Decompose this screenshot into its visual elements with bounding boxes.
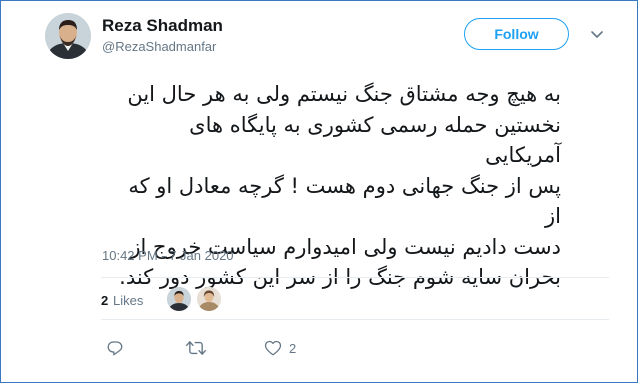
divider <box>101 319 609 320</box>
user-handle[interactable]: @RezaShadmanfar <box>102 39 216 54</box>
user-avatar[interactable] <box>45 13 91 59</box>
liker-avatar[interactable] <box>197 287 221 311</box>
retweet-button[interactable] <box>186 336 206 360</box>
likes-label[interactable]: Likes <box>113 293 143 308</box>
liker-avatar[interactable] <box>167 287 191 311</box>
like-count: 2 <box>289 340 297 356</box>
chevron-down-icon[interactable] <box>589 26 605 42</box>
follow-button-label: Follow <box>494 26 539 42</box>
retweet-icon <box>186 339 206 357</box>
user-avatar-image <box>45 13 91 59</box>
tweet-card: Reza Shadman @RezaShadmanfar Follow به ه… <box>0 0 638 383</box>
heart-icon <box>264 339 282 357</box>
tweet-header: Reza Shadman @RezaShadmanfar Follow <box>1 1 637 71</box>
reply-icon <box>106 339 124 357</box>
divider <box>101 277 609 278</box>
follow-button[interactable]: Follow <box>464 18 569 50</box>
like-button[interactable]: 2 <box>264 336 296 360</box>
likes-row: 2 Likes <box>101 281 401 319</box>
reply-button[interactable] <box>106 336 124 360</box>
display-name[interactable]: Reza Shadman <box>102 16 223 36</box>
tweet-timestamp[interactable]: 10:42 PM - 7 Jan 2020 <box>102 248 234 263</box>
likes-count[interactable]: 2 <box>101 293 108 308</box>
tweet-actions: 2 <box>101 336 401 366</box>
